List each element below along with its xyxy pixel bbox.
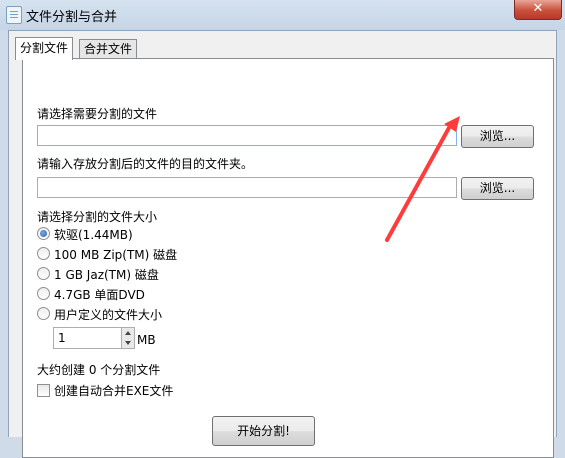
browse-source-button[interactable]: 浏览... [461, 125, 534, 148]
custom-size-input[interactable]: 1 [53, 327, 122, 349]
source-file-input[interactable] [37, 125, 457, 146]
radio-label: 用户定义的文件大小 [54, 308, 163, 322]
dest-folder-input[interactable] [37, 177, 457, 198]
app-icon [6, 6, 22, 24]
radio-label: 1 GB Jaz(TM) 磁盘 [54, 268, 159, 282]
select-file-label: 请选择需要分割的文件 [37, 107, 158, 121]
browse-dest-button[interactable]: 浏览... [461, 177, 534, 200]
close-button[interactable]: ✕ [514, 0, 562, 20]
custom-size-unit: MB [137, 333, 156, 347]
custom-size-spinner[interactable] [122, 327, 135, 349]
radio-button[interactable] [37, 287, 50, 300]
tab-merge-file[interactable]: 合并文件 [79, 39, 138, 59]
spin-down-icon[interactable] [122, 338, 134, 348]
dest-folder-label: 请输入存放分割后的文件的目的文件夹。 [37, 157, 254, 171]
window-title: 文件分割与合并 [26, 10, 118, 25]
radio-label: 4.7GB 单面DVD [54, 288, 145, 302]
radio-label: 100 MB Zip(TM) 磁盘 [54, 248, 178, 262]
radio-button[interactable] [37, 227, 50, 240]
window-client-area: 分割文件 合并文件 请选择需要分割的文件 浏览... 请输入存放分割后的文件的目… [8, 30, 557, 458]
start-split-button[interactable]: 开始分割! [212, 416, 315, 446]
auto-merge-label: 创建自动合并EXE文件 [54, 384, 174, 398]
radio-label: 软驱(1.44MB) [54, 228, 133, 242]
tab-split-file[interactable]: 分割文件 [15, 37, 74, 60]
radio-button[interactable] [37, 247, 50, 260]
estimate-text: 大约创建 0 个分割文件 [37, 363, 161, 377]
size-section-label: 请选择分割的文件大小 [37, 210, 158, 224]
title-bar: 文件分割与合并 ✕ [0, 0, 565, 30]
auto-merge-checkbox[interactable] [37, 384, 50, 397]
radio-button[interactable] [37, 267, 50, 280]
radio-button[interactable] [37, 307, 50, 320]
split-file-panel: 请选择需要分割的文件 浏览... 请输入存放分割后的文件的目的文件夹。 浏览..… [22, 58, 554, 458]
